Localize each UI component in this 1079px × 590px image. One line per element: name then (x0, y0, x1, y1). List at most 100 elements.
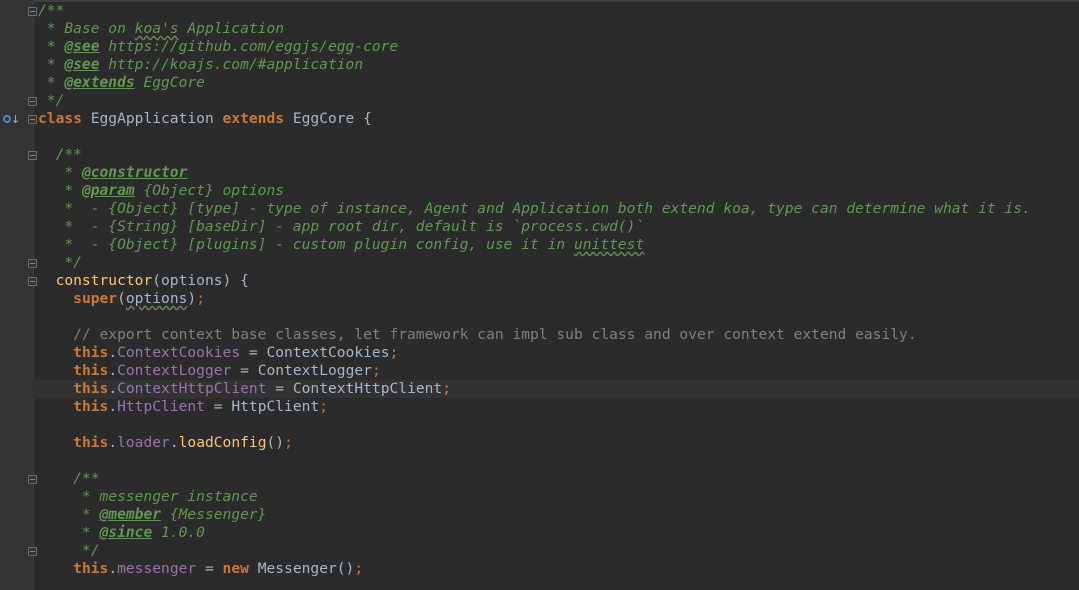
code-token: ; (389, 344, 399, 361)
code-token: * (38, 182, 82, 199)
code-line[interactable]: * Base on koa's Application (38, 20, 1079, 38)
code-line[interactable]: * @constructor (38, 164, 1079, 182)
code-line[interactable]: this.HttpClient = HttpClient; (38, 398, 1079, 416)
code-line[interactable]: * @member {Messenger} (38, 506, 1079, 524)
code-token: Application (178, 20, 285, 37)
code-line[interactable]: * @extends EggCore (38, 74, 1079, 92)
code-token: */ (38, 542, 100, 559)
code-token: this (73, 398, 109, 415)
fold-toggle-icon[interactable] (28, 547, 37, 556)
code-editor[interactable]: ↓ /** * Base on koa's Application * @see… (0, 0, 1079, 590)
code-line[interactable]: * messenger instance (38, 488, 1079, 506)
code-line[interactable]: /** (38, 470, 1079, 488)
fold-toggle-icon[interactable] (28, 7, 37, 16)
code-line[interactable]: /** (38, 2, 1079, 20)
code-line[interactable]: this.loader.loadConfig(); (38, 434, 1079, 452)
code-token: {Messenger} (161, 506, 267, 523)
code-token: ; (319, 398, 329, 415)
editor-gutter[interactable] (0, 0, 33, 590)
code-token: * - {Object} [type] - type of instance, … (38, 200, 1031, 217)
code-token: ; (354, 560, 364, 577)
code-token: ; (371, 362, 381, 379)
fold-toggle-icon[interactable] (28, 97, 37, 106)
code-token: @param (81, 182, 135, 199)
code-token: /** (38, 470, 100, 487)
code-line[interactable] (38, 452, 1079, 470)
code-token: https://github.com/eggjs/egg-core (99, 38, 399, 55)
fold-toggle-icon[interactable] (28, 475, 37, 484)
code-line[interactable]: * @see http://koajs.com/#application (38, 56, 1079, 74)
code-token: ContextLogger (117, 362, 232, 379)
code-token: ; (196, 290, 205, 307)
code-token: * (38, 74, 65, 91)
code-token: * (38, 38, 65, 55)
override-icon[interactable]: ↓ (3, 112, 20, 126)
code-line[interactable]: * - {String} [baseDir] - app root dir, d… (38, 218, 1079, 236)
code-line[interactable]: this.messenger = new Messenger(); (38, 560, 1079, 578)
code-token: * (38, 506, 100, 523)
code-token: ContextHttpClient (117, 380, 267, 397)
fold-toggle-icon[interactable] (28, 151, 37, 160)
code-area[interactable]: /** * Base on koa's Application * @see h… (33, 2, 1079, 578)
code-line[interactable]: class EggApplication extends EggCore { (38, 110, 1079, 128)
code-line[interactable]: this.ContextCookies = ContextCookies; (38, 344, 1079, 362)
code-token: () (266, 434, 285, 451)
code-token: EggCore { (284, 110, 372, 127)
code-token: super (73, 290, 118, 307)
code-token: */ (38, 92, 65, 109)
code-line[interactable]: /** (38, 146, 1079, 164)
code-token: this (73, 434, 109, 451)
code-token: ( (117, 290, 126, 307)
code-token: class (38, 110, 82, 127)
code-token: loader (117, 434, 170, 451)
code-token: loadConfig (178, 434, 267, 451)
code-line[interactable]: this.ContextHttpClient = ContextHttpClie… (33, 380, 1079, 398)
code-line[interactable]: */ (38, 542, 1079, 560)
code-line[interactable]: // export context base classes, let fram… (38, 326, 1079, 344)
code-token: this (73, 362, 109, 379)
code-line[interactable]: this.ContextLogger = ContextLogger; (38, 362, 1079, 380)
code-line[interactable] (38, 416, 1079, 434)
code-line[interactable]: * @param {Object} options (38, 182, 1079, 200)
code-line[interactable]: constructor(options) { (38, 272, 1079, 290)
code-token: constructor (55, 272, 153, 289)
code-token: . (108, 398, 118, 415)
code-token: * - {Object} [plugins] - custom plugin c… (38, 236, 574, 253)
code-line[interactable]: * - {Object} [type] - type of instance, … (38, 200, 1079, 218)
code-token: * (38, 524, 100, 541)
code-line[interactable] (38, 128, 1079, 146)
code-token: @see (64, 38, 100, 55)
code-token: @see (64, 56, 100, 73)
code-token: this (73, 380, 109, 397)
code-token: HttpClient (117, 398, 205, 415)
code-token: ) (187, 290, 197, 307)
fold-toggle-icon[interactable] (28, 277, 37, 286)
code-line[interactable]: */ (38, 92, 1079, 110)
code-line[interactable]: super(options); (38, 290, 1079, 308)
fold-toggle-icon[interactable] (28, 115, 37, 124)
code-token: koa's (134, 20, 179, 37)
code-token: . (108, 344, 118, 361)
code-token: . (108, 560, 118, 577)
code-token: new (222, 560, 249, 577)
code-token: ContextCookies (117, 344, 241, 361)
code-token: extends (222, 110, 285, 127)
code-token: @since (99, 524, 153, 541)
fold-toggle-icon[interactable] (28, 259, 37, 268)
code-token: @member (99, 506, 162, 523)
code-token: this (73, 560, 109, 577)
code-line[interactable] (38, 308, 1079, 326)
code-token: * - {String} [baseDir] - app root dir, d… (38, 218, 645, 235)
code-token: // export context base classes, let fram… (38, 326, 917, 343)
code-line[interactable]: * @see https://github.com/eggjs/egg-core (38, 38, 1079, 56)
code-token: * (38, 56, 65, 73)
code-line[interactable]: */ (38, 254, 1079, 272)
code-line[interactable]: * @since 1.0.0 (38, 524, 1079, 542)
gutter-divider (33, 0, 34, 590)
code-token: /** (38, 2, 65, 19)
code-line[interactable]: * - {Object} [plugins] - custom plugin c… (38, 236, 1079, 254)
